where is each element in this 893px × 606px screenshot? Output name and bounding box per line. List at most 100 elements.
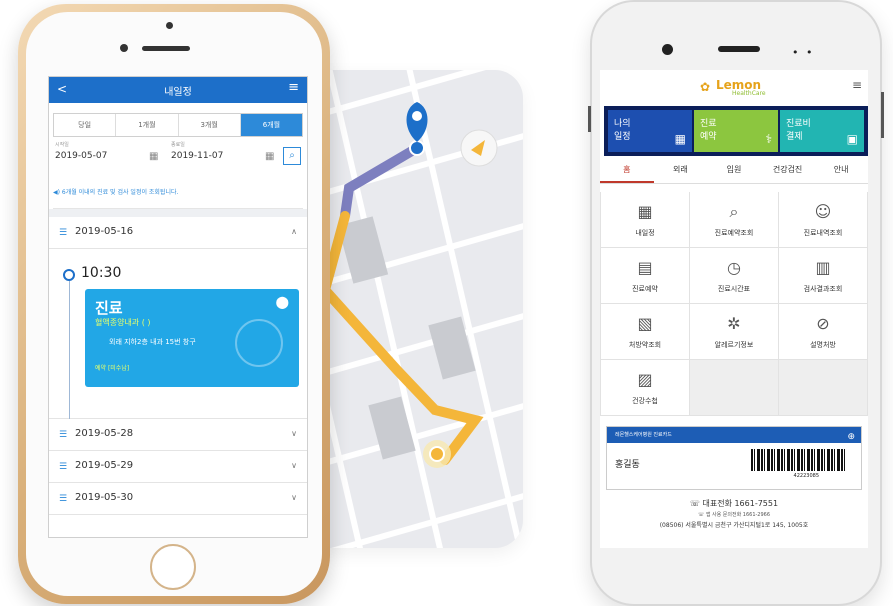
menu-reservation[interactable]: ▤ 진료예약 <box>601 248 690 304</box>
logo-subtext: HealthCare <box>732 90 766 97</box>
tab-home[interactable]: 홈 <box>600 156 654 183</box>
search-icon: ⌕ <box>729 202 739 221</box>
patient-name: 홍길동 <box>615 460 640 470</box>
tab-3-months[interactable]: 3개월 <box>179 114 241 136</box>
home-button[interactable] <box>150 544 196 590</box>
appointment-location: 외래 지하2층 내과 15번 창구 <box>109 338 196 346</box>
calendar-add-icon: ▤ <box>637 258 653 277</box>
barcode-number: 42223085 <box>793 473 819 479</box>
tab-inpatient[interactable]: 입원 <box>707 156 761 183</box>
menu-prescription[interactable]: ▧ 처방약조회 <box>601 304 690 360</box>
app-phone[interactable]: ☏ 앱 사용 문의전화 1661-2966 <box>600 511 868 518</box>
search-button[interactable]: ⌕ <box>283 147 301 165</box>
clipboard-icon: ▥ <box>815 258 831 277</box>
schedule-date-row[interactable]: ☰ 2019-05-30 ∨ <box>49 483 307 515</box>
tab-guide[interactable]: 안내 <box>814 156 868 183</box>
menu-allergy[interactable]: ✲ 알레르기정보 <box>690 304 779 360</box>
list-icon: ☰ <box>59 228 68 238</box>
start-date-label: 시작일 <box>55 142 69 148</box>
schedule-date: 2019-05-29 <box>75 460 134 471</box>
patient-card-title: 레몬헬스케어병원 진료카드 <box>615 432 672 438</box>
tile-my-schedule[interactable]: 나의 일정 ▦ <box>608 110 692 152</box>
schedule-date-row[interactable]: ☰ 2019-05-16 ∧ <box>49 217 307 249</box>
schedule-date: 2019-05-30 <box>75 492 134 503</box>
prescription-icon: ▧ <box>637 314 653 333</box>
period-tabs: 당일 1개월 3개월 6개월 <box>53 113 303 137</box>
menu-my-schedule[interactable]: ▦ 내일정 <box>601 192 690 248</box>
menu-test-results[interactable]: ▥ 검사결과조회 <box>779 248 868 304</box>
lemon-logo-icon: ✿ <box>700 80 711 94</box>
chevron-down-icon[interactable]: ∨ <box>291 429 297 438</box>
sensor-icon: • • <box>792 46 815 59</box>
tile-payment[interactable]: 진료비 결제 ▣ <box>780 110 864 152</box>
appointment-card[interactable]: 진료 ⬤ 혈액종양내과 ( ) 외래 지하2층 내과 15번 창구 예약 [미수… <box>85 289 299 387</box>
phone-icon: ☏ <box>689 499 700 508</box>
home-screen: ✿ Lemon HealthCare ≡ 나의 일정 ▦ 진료 예약 ⚕ 진료비… <box>600 70 868 548</box>
empty-cell <box>779 360 868 416</box>
end-date-label: 종료일 <box>171 142 185 148</box>
app-phone-text: 앱 사용 문의전화 1661-2966 <box>705 512 771 518</box>
book-icon: ▨ <box>637 370 653 389</box>
tile-label: 진료 <box>700 119 717 129</box>
footer: ☏ 대표전화 1661-7551 ☏ 앱 사용 문의전화 1661-2966 (… <box>600 498 868 529</box>
menu-timetable[interactable]: ◷ 진료시간표 <box>690 248 779 304</box>
appointment-detail: 10:30 진료 ⬤ 혈액종양내과 ( ) 외래 지하2층 내과 15번 창구 … <box>49 249 307 419</box>
sensor-icon <box>120 44 128 52</box>
location-pin-icon[interactable]: ⬤ <box>276 295 289 309</box>
user-icon: ☺ <box>814 202 832 221</box>
chevron-down-icon[interactable]: ∨ <box>291 461 297 470</box>
end-date-field[interactable]: 2019-11-07 <box>171 151 223 161</box>
hamburger-menu-icon[interactable]: ≡ <box>852 78 862 92</box>
patient-card-header: 레몬헬스케어병원 진료카드 ⊕ <box>607 427 861 443</box>
date-range: 시작일 종료일 2019-05-07 ▦ 2019-11-07 ▦ ⌕ <box>53 141 303 181</box>
tab-6-months[interactable]: 6개월 <box>240 114 302 136</box>
patient-card[interactable]: 레몬헬스케어병원 진료카드 ⊕ 홍길동 42223085 <box>606 426 862 490</box>
category-tabs: 홈 외래 입원 건강검진 안내 <box>600 156 868 184</box>
calendar-icon: ▦ <box>674 132 686 146</box>
menu-label: 진료시간표 <box>717 285 751 293</box>
tab-today[interactable]: 당일 <box>54 114 117 136</box>
main-phone[interactable]: ☏ 대표전화 1661-7551 <box>600 498 868 509</box>
list-icon: ☰ <box>59 430 68 440</box>
allergy-icon: ✲ <box>727 314 741 333</box>
schedule-date: 2019-05-28 <box>75 428 134 439</box>
tab-1-month[interactable]: 1개월 <box>116 114 179 136</box>
timeline-dot <box>63 269 75 281</box>
schedule-date: 2019-05-16 <box>75 226 134 237</box>
speaker-icon <box>142 46 190 51</box>
tile-label: 예약 <box>700 132 717 142</box>
tab-outpatient[interactable]: 외래 <box>654 156 708 183</box>
tile-label: 진료비 <box>786 119 811 129</box>
menu-label: 진료예약 <box>632 285 658 293</box>
schedule-date-row[interactable]: ☰ 2019-05-28 ∨ <box>49 419 307 451</box>
list-icon: ☰ <box>59 494 68 504</box>
menu-history[interactable]: ☺ 진료내역조회 <box>779 192 868 248</box>
calendar-icon[interactable]: ▦ <box>265 151 274 162</box>
wallet-icon: ▣ <box>846 132 858 146</box>
menu-label: 건강수첩 <box>632 397 658 405</box>
menu-label: 처방약조회 <box>628 341 662 349</box>
menu-label: 내일정 <box>635 229 655 237</box>
stage: < 내일정 ≡ 당일 1개월 3개월 6개월 시작일 종료일 2019-05-0… <box>0 0 893 606</box>
doctor-icon: ⚕ <box>765 132 773 146</box>
menu-grid: ▦ 내일정 ⌕ 진료예약조회 ☺ 진료내역조회 ▤ 진료예약 ◷ 진료시간표 ▥ 검사결과조… <box>600 192 868 416</box>
menu-health-notebook[interactable]: ▨ 건강수첩 <box>601 360 690 416</box>
schedule-date-row[interactable]: ☰ 2019-05-29 ∨ <box>49 451 307 483</box>
notice-label: 6개월 이내의 진료 및 검사 일정이 조회됩니다. <box>61 189 179 196</box>
camera-icon <box>166 22 173 29</box>
schedule-screen: < 내일정 ≡ 당일 1개월 3개월 6개월 시작일 종료일 2019-05-0… <box>48 76 308 538</box>
camera-icon <box>662 44 673 55</box>
notice-text: ◀) 6개월 이내의 진료 및 검사 일정이 조회됩니다. <box>53 187 303 209</box>
chevron-up-icon[interactable]: ∧ <box>291 227 297 236</box>
hamburger-menu-icon[interactable]: ≡ <box>288 80 299 95</box>
app-logo: ✿ Lemon HealthCare ≡ <box>600 70 868 106</box>
tab-checkup[interactable]: 건강검진 <box>761 156 815 183</box>
alarm-clock-icon <box>235 319 283 367</box>
chevron-down-icon[interactable]: ∨ <box>291 493 297 502</box>
calendar-icon[interactable]: ▦ <box>149 151 158 162</box>
zoom-in-icon[interactable]: ⊕ <box>847 429 855 445</box>
tile-reservation[interactable]: 진료 예약 ⚕ <box>694 110 778 152</box>
menu-reservation-lookup[interactable]: ⌕ 진료예약조회 <box>690 192 779 248</box>
menu-explained-prescription[interactable]: ⊘ 설명처방 <box>779 304 868 360</box>
start-date-field[interactable]: 2019-05-07 <box>55 151 107 161</box>
